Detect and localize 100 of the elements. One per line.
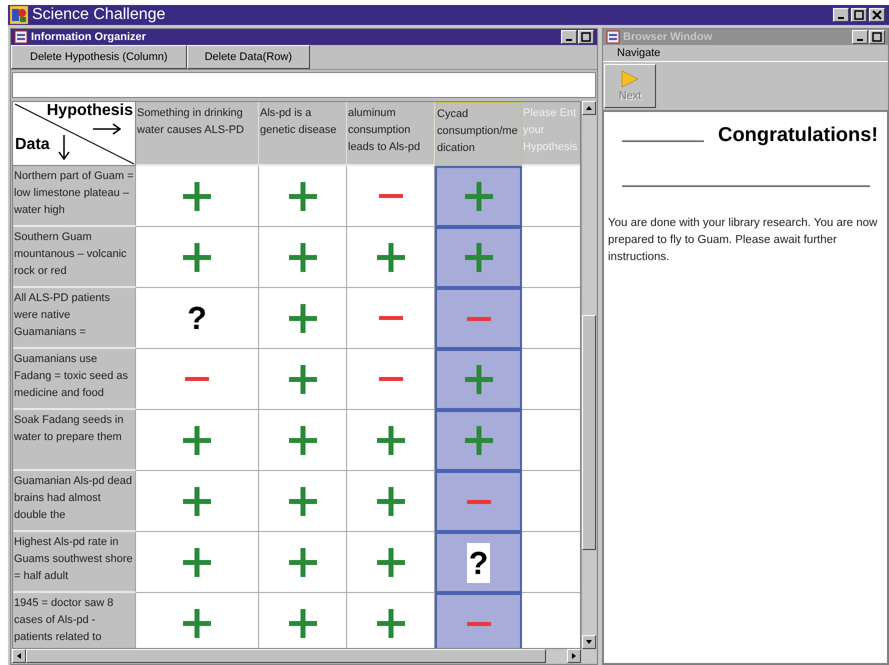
data-row-header[interactable]: All ALS-PD patients were native Guamanians =: [13, 288, 136, 349]
table-cell[interactable]: [136, 166, 259, 227]
question-mark: ?: [466, 542, 490, 582]
table-cell[interactable]: [136, 532, 259, 593]
table-cell[interactable]: [136, 471, 259, 532]
plus-icon: [464, 365, 492, 394]
hypothesis-header[interactable]: Something in drinking water causes ALS-PD: [136, 102, 259, 166]
plus-icon: [464, 426, 492, 455]
plus-icon: [288, 242, 316, 272]
table-cell[interactable]: [435, 410, 522, 471]
maximize-icon: [871, 31, 883, 43]
table-cell[interactable]: [259, 532, 347, 593]
table-cell[interactable]: [347, 288, 435, 349]
plus-icon: [288, 608, 316, 638]
up-triangle-icon: [585, 105, 593, 111]
minus-icon: [466, 622, 490, 626]
maximize-button[interactable]: [851, 8, 867, 22]
plus-icon: [376, 426, 404, 454]
maximize-button[interactable]: [869, 30, 885, 44]
table-cell[interactable]: [259, 166, 347, 227]
minus-icon: [378, 194, 402, 198]
data-row-header[interactable]: Guamanians use Fadang = toxic seed as medicine and food: [13, 349, 136, 410]
table-cell[interactable]: [435, 471, 522, 532]
window-title: Science Challenge: [32, 6, 166, 24]
minimize-icon: [838, 17, 844, 19]
plus-icon: [288, 304, 316, 332]
table-cell[interactable]: [136, 349, 259, 410]
scroll-right-button[interactable]: [567, 649, 581, 663]
table-cell[interactable]: [259, 410, 347, 471]
plus-icon: [183, 182, 211, 210]
delete-row-button[interactable]: Delete Data(Row): [186, 45, 310, 69]
minus-icon: [466, 316, 490, 320]
play-triangle-icon: [621, 70, 639, 88]
plus-icon: [464, 182, 492, 211]
minimize-icon: [857, 39, 863, 41]
left-triangle-icon: [16, 652, 22, 660]
table-cell[interactable]: [347, 471, 435, 532]
right-arrow-icon: [92, 123, 121, 135]
scroll-left-button[interactable]: [12, 649, 26, 663]
table-cell[interactable]: [136, 227, 259, 288]
hypothesis-header[interactable]: Als-pd is a genetic disease: [259, 102, 347, 166]
table-cell[interactable]: [435, 288, 522, 349]
plus-icon: [288, 548, 316, 576]
data-row-header[interactable]: Southern Guam mountanous – volcanic rock or red: [13, 227, 136, 288]
table-cell[interactable]: [435, 227, 522, 288]
close-button[interactable]: [869, 8, 885, 22]
plus-icon: [288, 426, 316, 454]
maximize-icon: [853, 9, 865, 21]
maximize-button[interactable]: [578, 30, 594, 44]
plus-icon: [183, 608, 211, 638]
table-cell[interactable]: [259, 349, 347, 410]
plus-icon: [288, 486, 316, 516]
table-cell[interactable]: [347, 532, 435, 593]
table-cell[interactable]: [347, 227, 435, 288]
minus-icon: [185, 377, 209, 381]
message-text: You are done with your library research. You are now prepared to fly to Guam. Please await further instructions.: [608, 216, 878, 265]
table-cell[interactable]: [435, 166, 522, 227]
data-row-header[interactable]: Highest Als-pd rate in Guams southwest shore = half adult: [13, 532, 136, 593]
scroll-up-button[interactable]: [582, 101, 596, 115]
frame-title: Information Organizer: [31, 31, 147, 43]
data-row-header[interactable]: 1945 = doctor saw 8 cases of Als-pd - patients related to: [13, 593, 136, 648]
hypothesis-header[interactable]: Cycad consumption/medication: [435, 102, 522, 166]
input-field[interactable]: [12, 72, 596, 98]
table-cell[interactable]: [347, 349, 435, 410]
right-triangle-icon: [571, 652, 577, 660]
window-icon: [14, 30, 28, 44]
plus-icon: [183, 548, 211, 576]
scroll-thumb[interactable]: [582, 315, 596, 550]
down-arrow-icon: [58, 134, 70, 160]
horizontal-scroll-thumb[interactable]: [26, 649, 546, 663]
delete-column-button[interactable]: Delete Hypothesis (Column): [11, 45, 187, 69]
table-cell[interactable]: [259, 288, 347, 349]
table-cell[interactable]: [435, 593, 522, 648]
table-cell[interactable]: [435, 349, 522, 410]
maximize-icon: [580, 31, 592, 43]
minimize-button[interactable]: [561, 30, 577, 44]
data-row-header[interactable]: Guamanian Als-pd dead brains had almost double the: [13, 471, 136, 532]
heading: Congratulations!: [718, 124, 878, 147]
table-cell[interactable]: [347, 410, 435, 471]
table-cell[interactable]: [347, 166, 435, 227]
menu-item[interactable]: Navigate: [617, 47, 660, 59]
table-cell[interactable]: [259, 227, 347, 288]
plus-icon: [288, 364, 316, 394]
down-triangle-icon: [585, 639, 593, 645]
table-cell[interactable]: [136, 410, 259, 471]
table-cell[interactable]: [259, 471, 347, 532]
table-cell[interactable]: ?: [435, 532, 522, 593]
scroll-down-button[interactable]: [582, 635, 596, 649]
close-icon: [871, 9, 883, 21]
data-row-header[interactable]: Northern part of Guam = low limestone plateau – water high: [13, 166, 136, 227]
data-row-header[interactable]: Soak Fadang seeds in water to prepare them: [13, 410, 136, 471]
app-icon: [10, 6, 28, 24]
plus-icon: [376, 548, 404, 576]
minus-icon: [378, 316, 402, 320]
hypothesis-header[interactable]: aluminum consumption leads to Als-pd: [347, 102, 435, 166]
minimize-button[interactable]: [833, 8, 849, 22]
minimize-button[interactable]: [852, 30, 868, 44]
plus-icon: [376, 242, 404, 272]
column-axis-label: Hypothesis: [46, 102, 133, 120]
table-cell[interactable]: ?: [136, 288, 259, 349]
